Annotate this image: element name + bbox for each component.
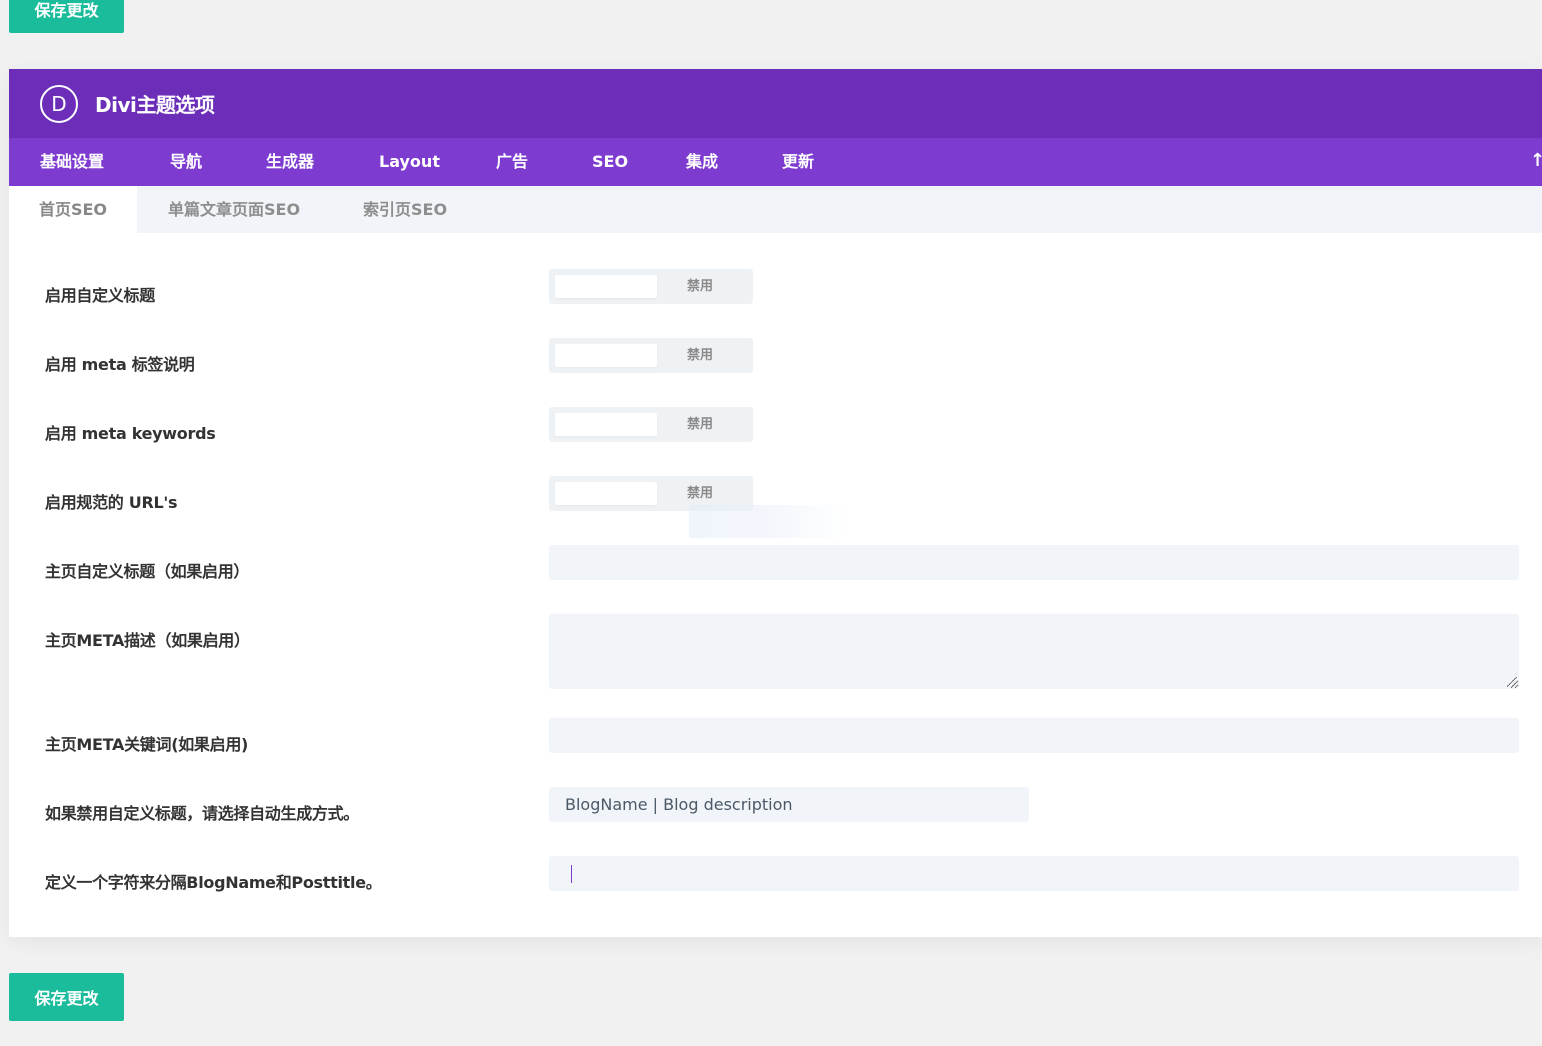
toggle-knob (555, 413, 657, 436)
title-separator-input[interactable] (549, 856, 1519, 891)
toggle-state-label: 禁用 (687, 417, 714, 432)
label-home-meta-keywords: 主页META关键词(如果启用) (45, 735, 249, 754)
toggle-enable-meta-keywords[interactable]: 禁用 (549, 407, 753, 442)
save-changes-button-bottom[interactable]: 保存更改 (9, 973, 124, 1021)
panel-title: Divi主题选项 (95, 93, 215, 117)
tab-integration[interactable]: 集成 (686, 138, 718, 186)
auto-title-method-select[interactable]: BlogName | Blog description (549, 787, 1029, 822)
resize-handle-icon[interactable] (1507, 677, 1517, 687)
label-enable-meta-keywords: 启用 meta keywords (45, 424, 216, 443)
toggle-enable-custom-title[interactable]: 禁用 (549, 269, 753, 304)
label-home-custom-title: 主页自定义标题（如果启用） (45, 562, 250, 581)
tab-navigation[interactable]: 导航 (170, 138, 202, 186)
rendering-artifact (689, 505, 849, 538)
subtab-home-seo[interactable]: 首页SEO (9, 186, 137, 233)
tab-seo[interactable]: SEO (592, 138, 628, 186)
tab-updates[interactable]: 更新 (782, 138, 814, 186)
text-cursor-caret (571, 865, 572, 883)
subtab-index-seo[interactable]: 索引页SEO (363, 186, 447, 233)
home-meta-description-wrapper (549, 614, 1519, 689)
title-separator-wrapper (549, 856, 1519, 891)
main-tabs: 基础设置 导航 生成器 Layout 广告 SEO 集成 更新 ↑ (9, 138, 1542, 186)
toggle-knob (555, 275, 657, 298)
toggle-state-label: 禁用 (687, 348, 714, 363)
subtab-single-post-seo[interactable]: 单篇文章页面SEO (168, 186, 300, 233)
toggle-knob (555, 344, 657, 367)
home-meta-description-textarea[interactable] (549, 614, 1519, 689)
scroll-up-arrow-icon[interactable]: ↑ (1530, 138, 1542, 186)
label-home-meta-description: 主页META描述（如果启用） (45, 631, 250, 650)
theme-options-page: 保存更改 D Divi主题选项 基础设置 导航 生成器 Layout 广告 SE… (0, 0, 1542, 1046)
toggle-knob (555, 482, 657, 505)
home-meta-keywords-input[interactable] (549, 718, 1519, 753)
label-enable-custom-title: 启用自定义标题 (45, 286, 155, 305)
tab-ads[interactable]: 广告 (496, 138, 528, 186)
panel-header: D Divi主题选项 (9, 69, 1542, 138)
tab-builder[interactable]: 生成器 (266, 138, 314, 186)
tab-layout[interactable]: Layout (379, 138, 440, 186)
theme-options-panel: D Divi主题选项 基础设置 导航 生成器 Layout 广告 SEO 集成 … (9, 69, 1542, 937)
divi-logo-icon: D (40, 84, 78, 123)
label-title-separator: 定义一个字符来分隔BlogName和Posttitle。 (45, 873, 382, 892)
toggle-enable-meta-description[interactable]: 禁用 (549, 338, 753, 373)
label-auto-title-method: 如果禁用自定义标题，请选择自动生成方式。 (45, 804, 360, 823)
tab-general[interactable]: 基础设置 (40, 138, 104, 186)
seo-sub-tabs: 首页SEO 单篇文章页面SEO 索引页SEO (9, 186, 1542, 233)
toggle-state-label: 禁用 (687, 279, 714, 294)
save-changes-button-top[interactable]: 保存更改 (9, 0, 124, 33)
home-custom-title-input[interactable] (549, 545, 1519, 580)
label-enable-meta-description: 启用 meta 标签说明 (45, 355, 195, 374)
label-enable-canonical-urls: 启用规范的 URL's (45, 493, 178, 512)
